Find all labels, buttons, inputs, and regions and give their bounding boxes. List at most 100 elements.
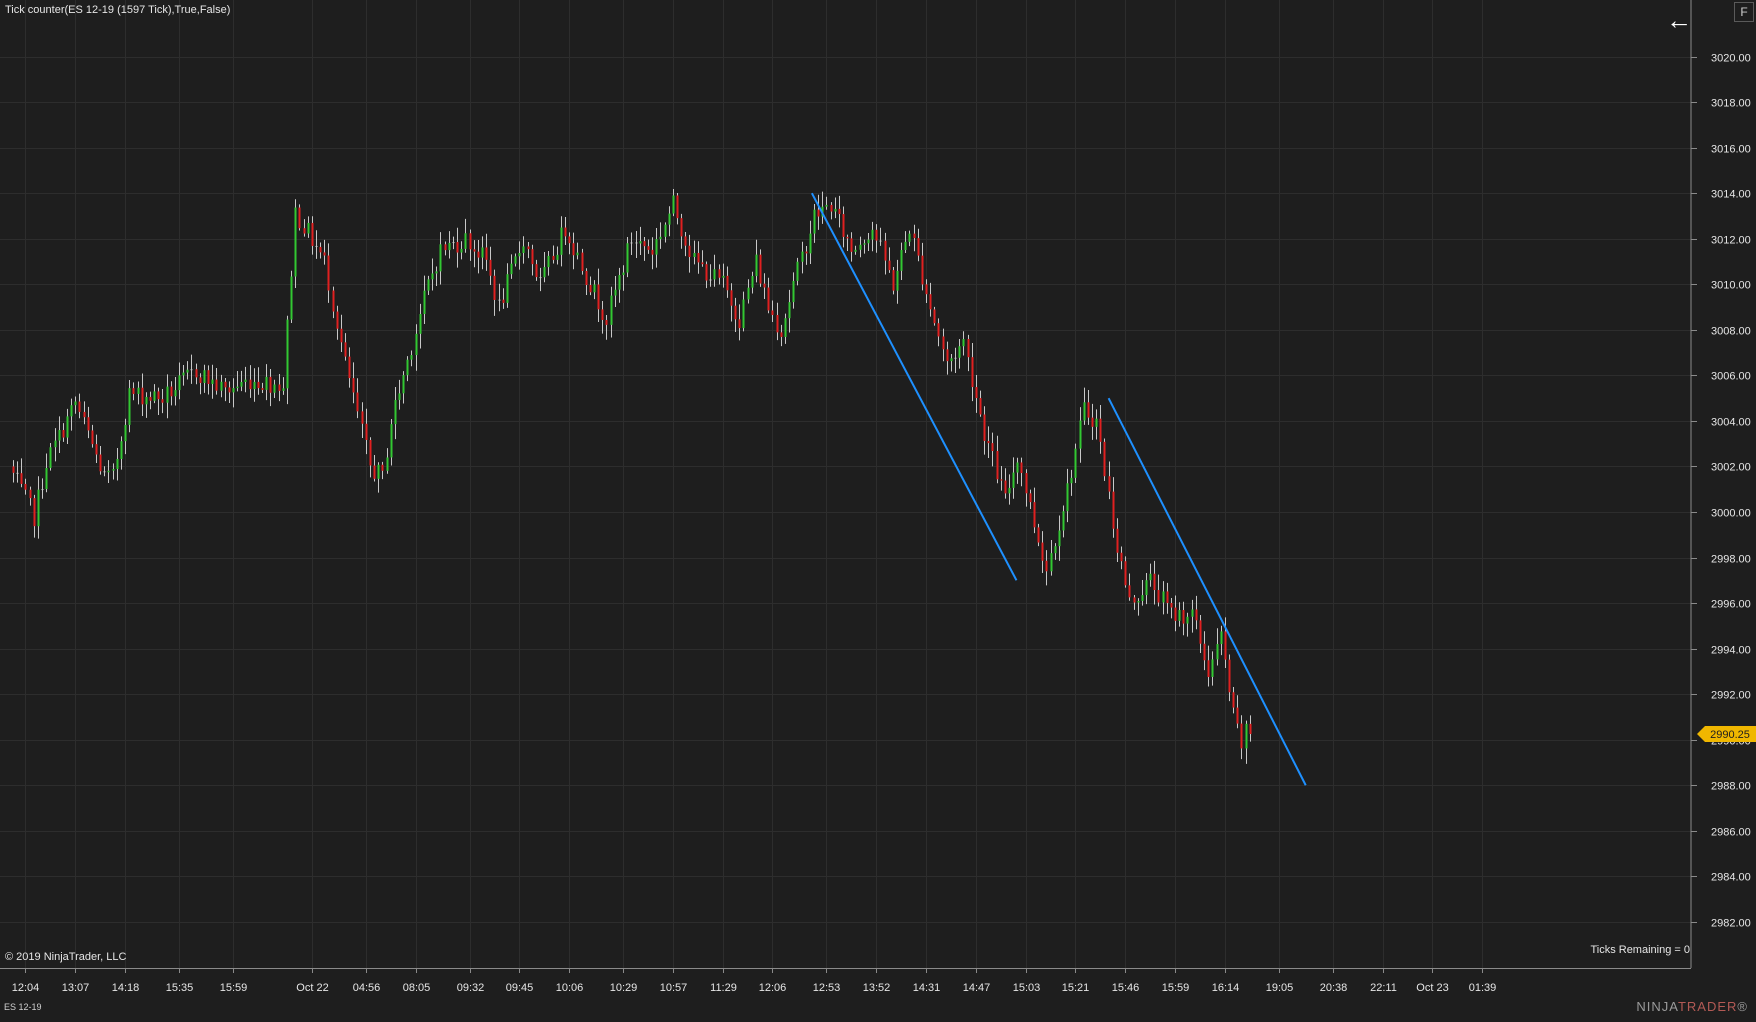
candle-body <box>190 369 193 371</box>
candle-body <box>161 399 164 403</box>
time-tick-label: 12:04 <box>12 982 40 994</box>
candle-body <box>12 466 15 473</box>
candle-body <box>817 209 820 217</box>
indicator-label[interactable]: Tick counter(ES 12-19 (1597 Tick),True,F… <box>5 4 230 16</box>
time-tick-label: 22:11 <box>1370 982 1397 994</box>
price-tick-label: 3018.00 <box>1711 98 1751 110</box>
candle-body <box>352 378 355 393</box>
candle-body <box>361 411 364 424</box>
candle-body <box>182 372 185 376</box>
candle-body <box>1207 660 1210 677</box>
candle-body <box>174 390 177 397</box>
candle-body <box>120 441 123 459</box>
candle-body <box>581 252 584 271</box>
candle-body <box>1037 527 1040 543</box>
candle-body <box>145 396 148 405</box>
candle-body <box>1091 417 1094 427</box>
instrument-label: ES 12-19 <box>4 1002 42 1012</box>
candle-body <box>531 249 534 265</box>
candle-body <box>1141 595 1144 601</box>
candle-body <box>1062 511 1065 531</box>
brand-part1: NINJA <box>1636 999 1678 1014</box>
candle-body <box>1112 491 1115 529</box>
candle-body <box>224 381 227 388</box>
candle-body <box>896 270 899 291</box>
candle-body <box>269 376 272 393</box>
candle-body <box>809 233 812 254</box>
candle-body <box>767 287 770 311</box>
candle-body <box>647 246 650 250</box>
candle-body <box>921 255 924 285</box>
candle-body <box>1124 561 1127 586</box>
back-arrow-icon[interactable]: ← <box>1666 6 1692 34</box>
candle-body <box>884 240 887 261</box>
candle-body <box>867 239 870 244</box>
f-button[interactable]: F <box>1734 2 1754 22</box>
candle-body <box>1058 530 1061 547</box>
candle-body <box>1195 609 1198 621</box>
candle-body <box>950 358 953 362</box>
time-tick-label: 14:18 <box>112 982 140 994</box>
candle-body <box>236 386 239 389</box>
candle-body <box>726 275 729 291</box>
candle-body <box>651 249 654 255</box>
candle-body <box>141 387 144 405</box>
candle-body <box>1012 472 1015 488</box>
candle-body <box>1070 477 1073 484</box>
candle-body <box>1079 420 1082 449</box>
candle-body <box>908 233 911 242</box>
candle-body <box>967 339 970 358</box>
candle-body <box>888 260 891 271</box>
candle-body <box>273 384 276 393</box>
candle-body <box>913 233 916 239</box>
candle-body <box>962 339 965 347</box>
candle-body <box>535 264 538 278</box>
candle-body <box>925 284 928 295</box>
candle-body <box>676 195 679 219</box>
candle-body <box>788 302 791 319</box>
candle-body <box>45 467 48 490</box>
candle-body <box>672 195 675 214</box>
candle-body <box>78 401 81 412</box>
candle-body <box>1103 441 1106 477</box>
candle-body <box>1220 631 1223 645</box>
candle-body <box>1087 402 1090 418</box>
candle-body <box>1029 493 1032 503</box>
price-tick-label: 3000.00 <box>1711 508 1751 520</box>
last-price-label: 2990.25 <box>1710 729 1750 741</box>
candle-body <box>547 255 550 268</box>
candle-body <box>83 411 86 418</box>
time-tick-label: 08:05 <box>403 982 431 994</box>
candle-body <box>1145 580 1148 596</box>
brand-part2: TRADER <box>1677 999 1738 1014</box>
candle-body <box>614 289 617 296</box>
candle-body <box>344 342 347 357</box>
candle-body <box>796 261 799 281</box>
candle-body <box>1182 610 1185 624</box>
candle-body <box>1045 560 1048 572</box>
price-tick-label: 3020.00 <box>1711 53 1751 65</box>
candle-body <box>1128 585 1131 598</box>
candle-body <box>522 246 525 254</box>
candle-body <box>1245 723 1248 749</box>
chart-root[interactable]: 2982.002984.002986.002988.002990.002992.… <box>0 0 1756 1017</box>
candle-body <box>830 204 833 212</box>
time-tick-label: 14:31 <box>913 982 941 994</box>
price-tick-label: 2998.00 <box>1711 554 1751 566</box>
candle-body <box>593 284 596 293</box>
candle-body <box>576 252 579 256</box>
candle-body <box>730 290 733 306</box>
candle-body <box>215 379 218 391</box>
candle-body <box>771 310 774 315</box>
time-tick-label: 10:57 <box>660 982 688 994</box>
time-tick-label: 01:39 <box>1469 982 1497 994</box>
ticks-remaining-text: Ticks Remaining = 0 <box>1590 944 1690 956</box>
candle-body <box>240 381 243 387</box>
candle-body <box>340 328 343 343</box>
candle-body <box>435 271 438 274</box>
candle-body <box>1050 553 1053 572</box>
candle-body <box>1249 723 1252 735</box>
price-chart[interactable]: 2982.002984.002986.002988.002990.002992.… <box>0 0 1756 1017</box>
candle-body <box>1216 644 1219 660</box>
candle-body <box>892 270 895 291</box>
